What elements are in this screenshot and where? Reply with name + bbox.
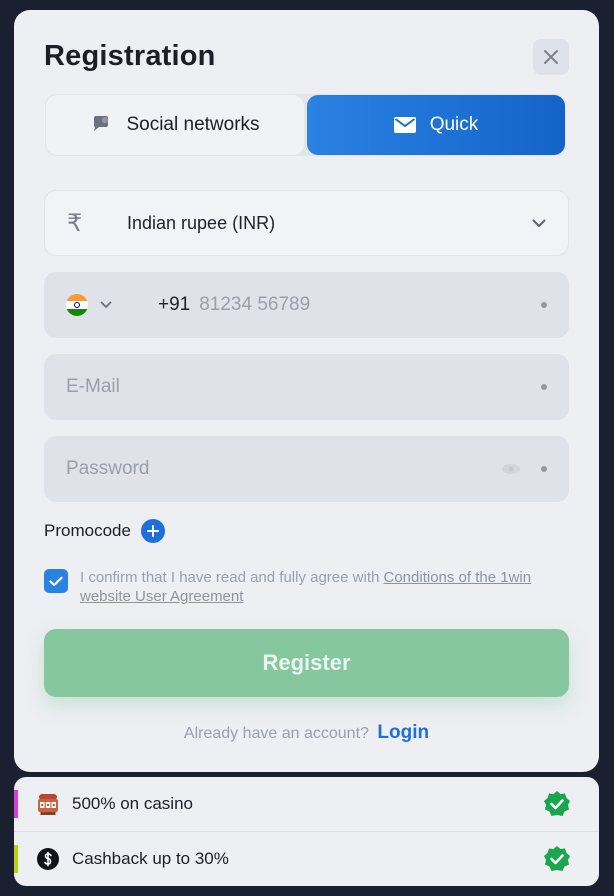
bonus-stripe [14, 790, 18, 818]
chevron-down-icon [532, 219, 546, 227]
promocode-row[interactable]: Promocode [44, 519, 165, 543]
chat-bubble-icon [94, 116, 109, 131]
add-promocode-button[interactable] [140, 519, 165, 543]
registration-tabs: Social networks Quick [45, 94, 566, 156]
login-prompt: Already have an account? Login [14, 722, 599, 744]
modal-title: Registration [44, 40, 216, 72]
envelope-icon [393, 117, 416, 133]
currency-value: Indian rupee (INR) [127, 212, 276, 233]
tab-quick-label: Quick [429, 114, 479, 135]
bonus-item-casino: 500% on casino [14, 777, 599, 831]
country-chevron-down-icon[interactable] [100, 301, 112, 309]
registration-modal: Registration Social networks Quick ₹ Ind… [14, 10, 599, 772]
bonus-panel: 500% on casino Cashback up to 30% [14, 777, 599, 886]
bonus-item-cashback: Cashback up to 30% [14, 831, 599, 885]
india-flag-icon[interactable] [66, 294, 88, 316]
bonus-casino-text: 500% on casino [72, 794, 193, 813]
eye-icon[interactable] [501, 463, 521, 475]
rupee-icon: ₹ [67, 209, 83, 237]
login-link[interactable]: Login [377, 722, 429, 743]
checkmark-icon [49, 576, 63, 586]
phone-input[interactable] [199, 294, 541, 316]
check-badge-icon [544, 846, 570, 871]
promocode-label: Promocode [44, 521, 131, 540]
bonus-stripe [14, 845, 18, 873]
agreement-checkbox[interactable] [44, 569, 68, 593]
tab-social-label: Social networks [126, 114, 260, 135]
required-dot [541, 302, 547, 308]
phone-field: +91 [44, 272, 569, 338]
email-field[interactable] [66, 376, 541, 398]
tab-quick[interactable]: Quick [307, 95, 565, 155]
required-dot [541, 384, 547, 390]
plus-icon [146, 525, 159, 537]
close-icon [544, 50, 558, 64]
agreement-text: I confirm that I have read and fully agr… [80, 568, 550, 606]
register-button[interactable]: Register [44, 629, 569, 697]
slot-machine-icon [38, 794, 58, 815]
check-badge-icon [544, 791, 570, 816]
tab-social-networks[interactable]: Social networks [46, 95, 304, 155]
email-field-wrapper [44, 354, 569, 420]
cashback-icon [37, 847, 59, 870]
bonus-cashback-text: Cashback up to 30% [72, 848, 229, 868]
password-field[interactable] [66, 458, 501, 480]
currency-select[interactable]: ₹ Indian rupee (INR) [44, 190, 569, 256]
agreement-row: I confirm that I have read and fully agr… [44, 568, 550, 606]
password-field-wrapper [44, 436, 569, 502]
login-prompt-text: Already have an account? [183, 725, 369, 742]
close-button[interactable] [533, 39, 569, 75]
phone-country-code: +91 [158, 294, 191, 315]
agreement-text-body: I confirm that I have read and fully agr… [80, 569, 384, 586]
required-dot [541, 466, 547, 472]
